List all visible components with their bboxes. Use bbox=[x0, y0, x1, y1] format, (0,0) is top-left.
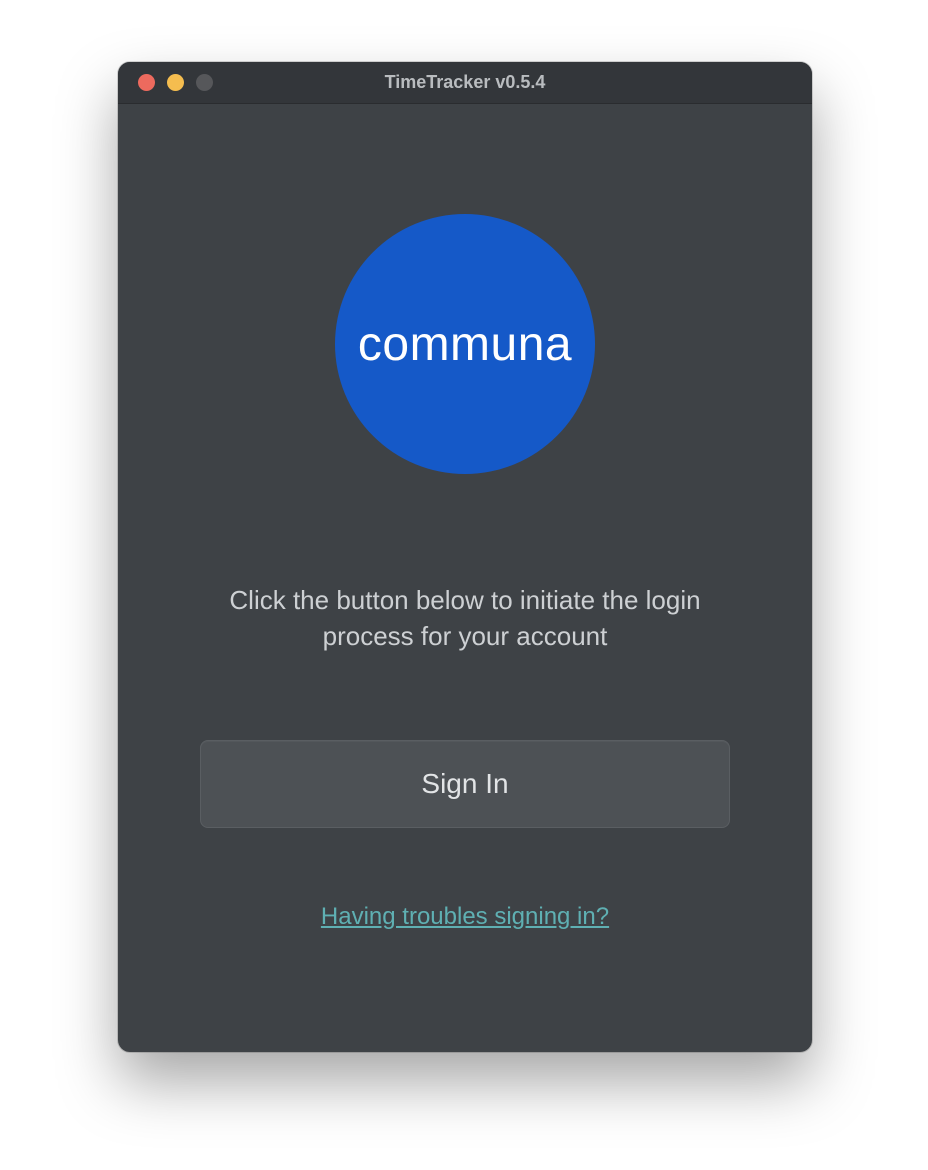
window-close-button[interactable] bbox=[138, 74, 155, 91]
app-logo-text: communa bbox=[358, 317, 572, 372]
app-window: TimeTracker v0.5.4 communa Click the but… bbox=[118, 62, 812, 1052]
window-maximize-button[interactable] bbox=[196, 74, 213, 91]
help-sign-in-link[interactable]: Having troubles signing in? bbox=[321, 903, 609, 931]
window-minimize-button[interactable] bbox=[167, 74, 184, 91]
sign-in-button-label: Sign In bbox=[421, 768, 508, 800]
content-area: communa Click the button below to initia… bbox=[118, 104, 812, 1052]
traffic-lights bbox=[118, 74, 213, 91]
titlebar: TimeTracker v0.5.4 bbox=[118, 62, 812, 104]
window-title: TimeTracker v0.5.4 bbox=[118, 72, 812, 93]
instruction-text: Click the button below to initiate the l… bbox=[185, 582, 745, 655]
app-logo: communa bbox=[335, 214, 595, 474]
sign-in-button[interactable]: Sign In bbox=[200, 740, 730, 828]
